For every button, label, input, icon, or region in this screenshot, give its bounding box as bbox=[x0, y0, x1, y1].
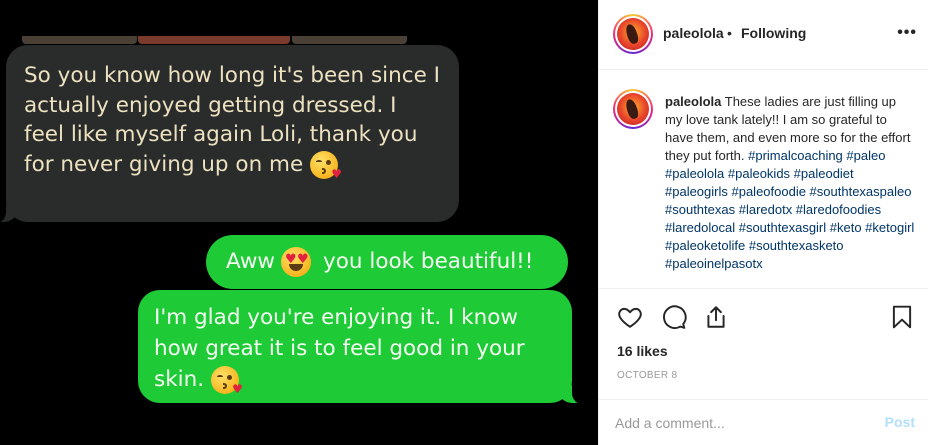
likes-count[interactable]: 16 likes bbox=[617, 343, 668, 359]
outgoing-message-text: Aww bbox=[226, 249, 276, 274]
profile-picture bbox=[617, 93, 649, 125]
following-button[interactable]: Following bbox=[741, 25, 806, 41]
comment-input[interactable] bbox=[615, 412, 845, 434]
cropped-message-edge bbox=[22, 36, 137, 44]
heart-icon[interactable] bbox=[617, 304, 643, 330]
share-icon[interactable] bbox=[703, 304, 729, 330]
bookmark-icon[interactable] bbox=[889, 304, 915, 330]
post-panel: paleolola • Following ••• paleolola Thes… bbox=[598, 0, 928, 445]
caption-section: paleolola These ladies are just filling … bbox=[599, 70, 928, 288]
profile-picture bbox=[617, 18, 649, 50]
separator-dot: • bbox=[727, 25, 732, 41]
kiss-emoji-icon: ♥ bbox=[310, 150, 342, 180]
outgoing-message-bubble: I'm glad you're enjoying it. I know how … bbox=[138, 290, 590, 405]
cropped-message-edge bbox=[292, 36, 407, 44]
outgoing-message-text: you look beautiful!! bbox=[323, 249, 534, 274]
incoming-message-bubble: So you know how long it's been since I a… bbox=[0, 45, 459, 224]
caption-username-link[interactable]: paleolola bbox=[665, 94, 721, 109]
kiss-emoji-icon: ♥ bbox=[210, 366, 243, 395]
comment-icon[interactable] bbox=[661, 304, 687, 330]
caption-text: paleolola These ladies are just filling … bbox=[665, 93, 915, 273]
more-options-icon[interactable]: ••• bbox=[897, 24, 917, 42]
post-date[interactable]: OCTOBER 8 bbox=[617, 370, 677, 381]
username-link[interactable]: paleolola bbox=[663, 25, 724, 41]
post-actions: 16 likes OCTOBER 8 Post bbox=[599, 288, 928, 445]
avatar[interactable] bbox=[613, 14, 653, 54]
caption-hashtags[interactable]: #primalcoaching #paleo #paleolola #paleo… bbox=[665, 148, 914, 271]
cropped-message-edge bbox=[138, 36, 290, 44]
outgoing-message-text: I'm glad you're enjoying it. I know how … bbox=[154, 305, 525, 392]
caption-avatar[interactable] bbox=[613, 89, 653, 129]
comment-bar: Post bbox=[599, 399, 928, 445]
post-comment-button[interactable]: Post bbox=[885, 414, 915, 430]
incoming-message-text: So you know how long it's been since I a… bbox=[24, 63, 440, 177]
outgoing-message-bubble: Aww ♥ ♥ you look beautiful!! bbox=[206, 235, 568, 289]
post-header: paleolola • Following ••• bbox=[599, 0, 928, 70]
post-image[interactable]: So you know how long it's been since I a… bbox=[0, 0, 598, 445]
heart-eyes-emoji-icon: ♥ ♥ bbox=[281, 247, 312, 277]
